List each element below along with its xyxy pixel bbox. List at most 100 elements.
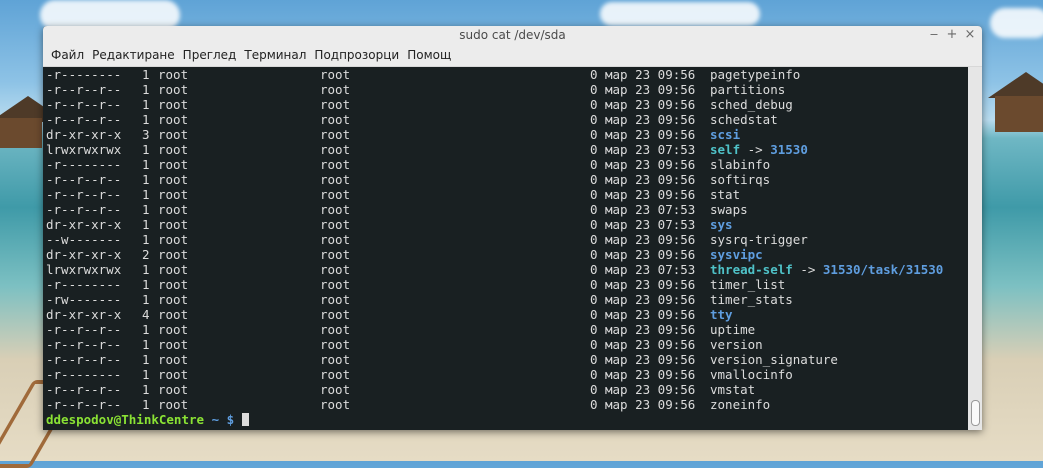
cloud (990, 8, 1043, 38)
owner: root (158, 82, 189, 97)
group: root (320, 67, 351, 82)
file-size: 0 (590, 202, 598, 217)
cloud (600, 2, 760, 26)
file-name-cell: softirqs (710, 172, 770, 187)
listing-row: -r--r--r-- 1 root root 0 мар 23 09:56 zoneinfo (46, 397, 968, 412)
file-name: vmallocinfo (710, 367, 793, 382)
group: root (320, 82, 351, 97)
permissions: -rw------- (46, 292, 122, 307)
menu-file[interactable]: Файл (47, 48, 88, 62)
link-count: 4 (142, 307, 150, 322)
link-count: 1 (142, 352, 150, 367)
owner: root (158, 367, 189, 382)
link-count: 1 (142, 262, 150, 277)
file-name: scsi (710, 127, 741, 142)
group: root (320, 307, 351, 322)
owner: root (158, 397, 189, 412)
owner: root (158, 172, 189, 187)
permissions: -r--r--r-- (46, 172, 122, 187)
file-name: sysvipc (710, 247, 763, 262)
listing-row: dr-xr-xr-x 3 root root 0 мар 23 09:56 scsi (46, 127, 968, 142)
scrollbar[interactable] (968, 67, 982, 430)
link-count: 1 (142, 142, 150, 157)
link-count: 3 (142, 127, 150, 142)
listing-row: -r--r--r-- 1 root root 0 мар 23 09:56 sched_de… (46, 97, 968, 112)
file-name-cell: timer_stats (710, 292, 793, 307)
menu-help[interactable]: Помощ (403, 48, 455, 62)
menu-edit[interactable]: Редактиране (88, 48, 179, 62)
file-name-cell: sched_debug (710, 97, 793, 112)
file-name-cell: sysvipc (710, 247, 763, 262)
file-name-cell: schedstat (710, 112, 778, 127)
permissions: -r-------- (46, 157, 122, 172)
listing-row: dr-xr-xr-x 2 root root 0 мар 23 09:56 sysvipc (46, 247, 968, 262)
file-name-cell: swaps (710, 202, 748, 217)
file-size: 0 (590, 142, 598, 157)
file-name: stat (710, 187, 741, 202)
prompt-symbol: $ (226, 412, 235, 427)
title-bar[interactable]: sudo cat /dev/sda ‒ + × (43, 26, 982, 44)
owner: root (158, 97, 189, 112)
maximize-icon[interactable]: + (944, 27, 960, 43)
file-name-cell: vmallocinfo (710, 367, 793, 382)
permissions: -r--r--r-- (46, 382, 122, 397)
file-size: 0 (590, 307, 598, 322)
listing-row: -r-------- 1 root root 0 мар 23 09:56 timer_li… (46, 277, 968, 292)
file-size: 0 (590, 322, 598, 337)
listing-row: -r--r--r-- 1 root root 0 мар 23 09:56 softirqs (46, 172, 968, 187)
file-name: thread-self (710, 262, 793, 277)
link-count: 1 (142, 337, 150, 352)
listing-row: -r-------- 1 root root 0 мар 23 09:56 vmalloci… (46, 367, 968, 382)
listing-row: lrwxrwxrwx 1 root root 0 мар 23 07:53 self -> … (46, 142, 968, 157)
symlink-arrow: -> (740, 142, 771, 157)
file-name-cell: uptime (710, 322, 755, 337)
permissions: lrwxrwxrwx (46, 142, 122, 157)
file-name: softirqs (710, 172, 771, 187)
menu-view[interactable]: Преглед (179, 48, 241, 62)
file-name: zoneinfo (710, 397, 771, 412)
link-count: 1 (142, 97, 150, 112)
link-count: 1 (142, 172, 150, 187)
file-size: 0 (590, 247, 598, 262)
prompt-user-host: ddespodov@ThinkCentre (46, 412, 205, 427)
file-size: 0 (590, 292, 598, 307)
file-name: self (710, 142, 741, 157)
shell-prompt: ddespodov@ThinkCentre ~ $ (46, 412, 968, 427)
scrollbar-thumb[interactable] (971, 400, 980, 426)
permissions: -r-------- (46, 67, 122, 82)
file-name: sched_debug (710, 97, 793, 112)
file-size: 0 (590, 127, 598, 142)
link-count: 1 (142, 82, 150, 97)
file-size: 0 (590, 187, 598, 202)
modified-date: мар 23 09:56 (605, 367, 696, 382)
group: root (320, 172, 351, 187)
link-count: 1 (142, 217, 150, 232)
symlink-target: 31530 (770, 142, 808, 157)
file-size: 0 (590, 352, 598, 367)
file-name-cell: self -> 31530 (710, 142, 808, 157)
modified-date: мар 23 07:53 (605, 262, 696, 277)
file-size: 0 (590, 277, 598, 292)
owner: root (158, 142, 189, 157)
terminal-output[interactable]: -r-------- 1 root root 0 мар 23 09:56 pagetype… (43, 67, 968, 430)
menu-terminal[interactable]: Терминал (240, 48, 310, 62)
permissions: dr-xr-xr-x (46, 127, 122, 142)
listing-row: -r-------- 1 root root 0 мар 23 09:56 slabinfo (46, 157, 968, 172)
menu-tabs[interactable]: Подпрозорци (310, 48, 403, 62)
link-count: 1 (142, 67, 150, 82)
owner: root (158, 232, 189, 247)
close-icon[interactable]: × (962, 27, 978, 43)
file-name: swaps (710, 202, 748, 217)
permissions: -r--r--r-- (46, 397, 122, 412)
file-name: timer_list (710, 277, 786, 292)
owner: root (158, 292, 189, 307)
modified-date: мар 23 09:56 (605, 157, 696, 172)
file-size: 0 (590, 367, 598, 382)
permissions: dr-xr-xr-x (46, 307, 122, 322)
minimize-icon[interactable]: ‒ (926, 27, 942, 43)
file-size: 0 (590, 157, 598, 172)
file-size: 0 (590, 232, 598, 247)
group: root (320, 397, 351, 412)
permissions: -r--r--r-- (46, 352, 122, 367)
listing-row: -r--r--r-- 1 root root 0 мар 23 07:53 swaps (46, 202, 968, 217)
